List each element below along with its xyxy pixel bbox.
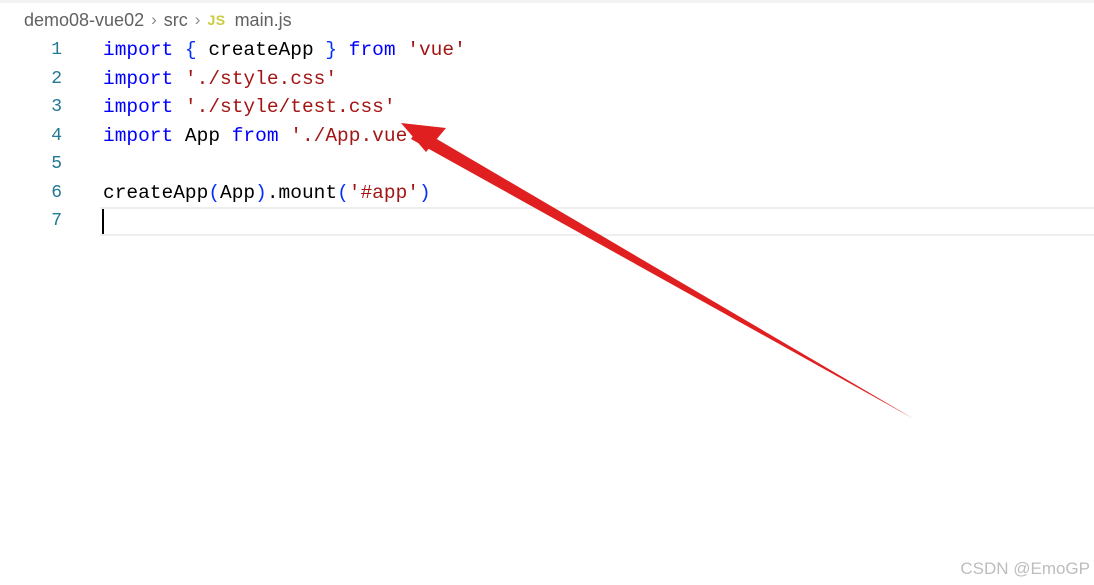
watermark: CSDN @EmoGP (960, 559, 1090, 578)
annotation-arrow (401, 123, 914, 419)
arrow-shaft (411, 128, 914, 419)
